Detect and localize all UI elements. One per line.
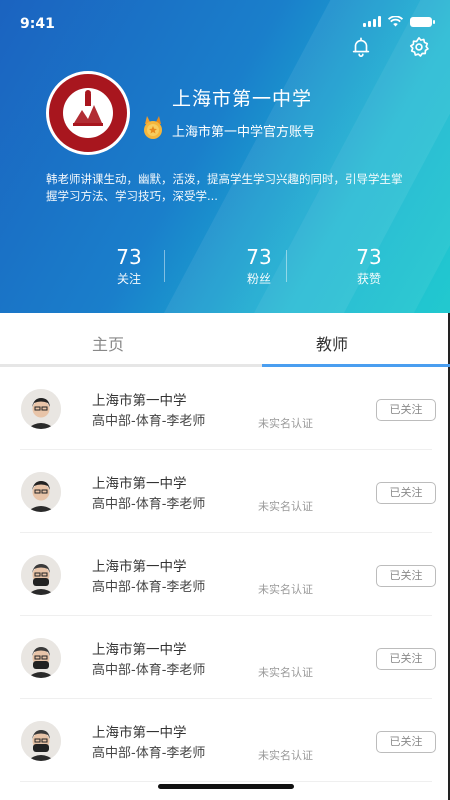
row-divider [20,781,432,782]
verification-status: 未实名认证 [258,749,313,762]
teacher-department: 高中部-体育-李老师 [92,497,206,512]
stat-divider [286,250,287,282]
stat-followers[interactable]: 73 粉丝 [209,244,309,288]
teacher-department: 高中部-体育-李老师 [92,746,206,761]
medal-icon [144,116,162,139]
header-actions [350,36,430,58]
bell-icon[interactable] [350,36,372,58]
followed-button[interactable]: 已关注 [376,565,436,587]
stat-divider [164,250,165,282]
teacher-row[interactable]: 上海市第一中学高中部-体育-李老师 未实名认证 已关注 [0,450,450,533]
status-icons [363,16,435,27]
teacher-row[interactable]: 上海市第一中学高中部-体育-李老师 未实名认证 已关注 [0,367,450,450]
profile-description: 韩老师讲课生动，幽默，活泼，提高学生学习兴趣的同时，引导学生掌握学习方法、学习技… [46,172,403,203]
status-time: 9:41 [20,16,55,32]
home-indicator[interactable] [158,784,294,789]
teacher-list: 上海市第一中学 高中部-体育-李老师 未实名认证 已关注 上海市第一中学 高中部-体育-李… [0,367,450,800]
verification-status: 未实名认证 [258,666,313,679]
teacher-school: 上海市第一中学 [92,559,187,575]
wifi-icon [388,16,403,27]
signal-icon [363,16,381,27]
teacher-school: 上海市第一中学 [92,476,187,492]
verification-status: 未实名认证 [258,583,313,596]
battery-icon [410,16,435,27]
profile-stats: 73 关注 73 粉丝 73 获赞 [56,244,406,294]
stat-value: 73 [356,245,382,269]
teacher-row[interactable]: 上海市第一中学高中部-体育-李老师 未实名认证 已关注 [0,533,450,616]
teacher-school: 上海市第一中学 [92,725,187,741]
school-name: 上海市第一中学 [172,88,313,110]
teacher-row[interactable]: 上海市第一中学高中部-体育-李老师 未实名认证 已关注 [0,616,450,699]
teacher-avatar[interactable] [21,721,61,761]
verification-status: 未实名认证 [258,500,313,513]
verification-status: 未实名认证 [258,417,313,430]
teacher-school: 上海市第一中学 [92,393,187,409]
followed-button[interactable]: 已关注 [376,482,436,504]
gear-icon[interactable] [408,36,430,58]
teacher-row[interactable]: 上海市第一中学高中部-体育-李老师 未实名认证 已关注 [0,699,450,782]
teacher-avatar[interactable] [21,472,61,512]
teacher-department: 高中部-体育-李老师 [92,414,206,429]
teacher-avatar[interactable] [21,638,61,678]
profile-header: 9:41 上海市第一中学 上海市第一中学官方账号 韩老师讲课生动，幽默，活泼，提… [0,0,450,313]
profile-tabs: 主页 教师 [0,313,450,367]
followed-button[interactable]: 已关注 [376,399,436,421]
teacher-avatar[interactable] [21,555,61,595]
school-logo [46,71,130,155]
stat-label: 粉丝 [246,272,271,286]
teacher-avatar[interactable] [21,389,61,429]
teacher-department: 高中部-体育-李老师 [92,580,206,595]
stat-value: 73 [246,245,272,269]
stat-label: 获赞 [356,272,381,286]
teacher-department: 高中部-体育-李老师 [92,663,206,678]
followed-button[interactable]: 已关注 [376,731,436,753]
tab-home[interactable]: 主页 [92,331,124,355]
stat-likes[interactable]: 73 获赞 [319,244,419,288]
official-account-label: 上海市第一中学官方账号 [172,125,316,140]
followed-button[interactable]: 已关注 [376,648,436,670]
teacher-school: 上海市第一中学 [92,642,187,658]
tab-teachers[interactable]: 教师 [316,331,348,355]
